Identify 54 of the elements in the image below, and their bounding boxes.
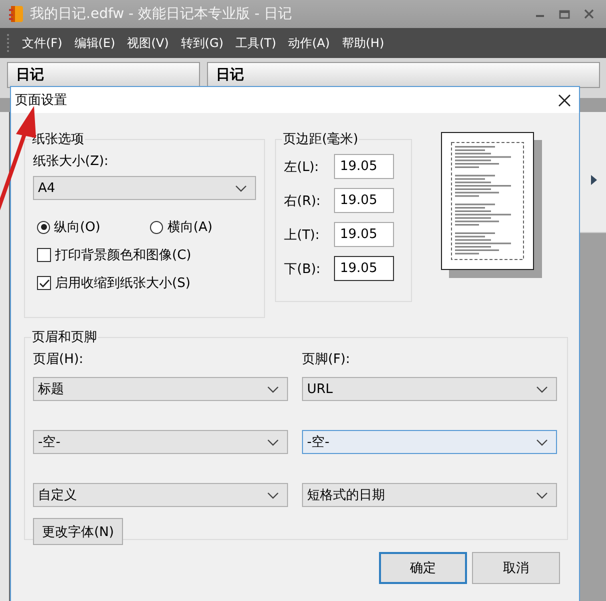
- notebook-icon: [8, 5, 24, 23]
- caret-icon: [267, 386, 279, 392]
- radio-label: 横向(A): [167, 219, 212, 236]
- input-field[interactable]: 19.05: [334, 222, 394, 247]
- caret-icon: [536, 492, 548, 498]
- change-font-button[interactable]: 更改字体(N): [33, 518, 123, 545]
- menu-item[interactable]: 视图(V): [127, 34, 169, 52]
- dropdown[interactable]: -空-: [33, 430, 288, 454]
- caret-icon: [536, 438, 548, 446]
- caret-icon: [235, 184, 247, 192]
- checkbox[interactable]: [37, 248, 51, 262]
- menu-item[interactable]: 转到(G): [180, 34, 224, 52]
- dropdown[interactable]: URL: [302, 377, 557, 401]
- field-label: 右(R):: [284, 192, 322, 210]
- window-title: 我的日记.edfw - 效能日记本专业版 - 日记: [30, 5, 292, 23]
- group-title: 页边距(毫米): [282, 131, 360, 148]
- ok-button[interactable]: 确定: [379, 552, 467, 584]
- field-label: 下(B):: [284, 260, 322, 278]
- radio-label: 纵向(O): [54, 219, 100, 236]
- dropdown[interactable]: 标题: [33, 377, 288, 401]
- panel-title: 日记: [216, 66, 244, 84]
- field-label: 页眉(H):: [33, 351, 84, 369]
- dropdown[interactable]: 自定义: [33, 483, 288, 507]
- dialog-title: 页面设置: [15, 92, 67, 109]
- input-field[interactable]: 19.05: [334, 256, 394, 281]
- menu-item[interactable]: 动作(A): [288, 34, 330, 52]
- field-label: 页脚(F):: [302, 351, 352, 369]
- dropdown[interactable]: A4: [33, 176, 256, 200]
- group-title: 页眉和页脚: [31, 329, 98, 346]
- menu-item[interactable]: 编辑(E): [74, 34, 116, 52]
- close-icon[interactable]: [558, 94, 571, 106]
- field-label: 左(L):: [284, 158, 320, 176]
- dropdown[interactable]: 短格式的日期: [302, 483, 557, 507]
- scroll-arrow-icon[interactable]: [590, 175, 598, 185]
- radio-button[interactable]: [150, 220, 164, 234]
- input-field[interactable]: 19.05: [334, 154, 394, 179]
- menu-item[interactable]: 文件(F): [22, 34, 62, 52]
- caret-icon: [536, 386, 548, 392]
- field-label: 纸张大小(Z):: [33, 153, 110, 170]
- cancel-button[interactable]: 取消: [472, 552, 560, 584]
- checkbox-label: 打印背景颜色和图像(C): [55, 247, 192, 264]
- menu-item[interactable]: 帮助(H): [342, 34, 384, 52]
- dropdown[interactable]: -空-: [302, 430, 557, 454]
- grip-icon: [6, 33, 10, 53]
- caret-icon: [267, 438, 279, 446]
- input-field[interactable]: 19.05: [334, 188, 394, 213]
- menu-item[interactable]: 工具(T): [235, 34, 276, 52]
- maximize-icon[interactable]: [559, 9, 570, 19]
- checkbox[interactable]: [37, 276, 51, 290]
- radio-button[interactable]: [37, 220, 50, 234]
- field-label: 上(T):: [284, 226, 320, 244]
- panel-title: 日记: [16, 66, 44, 84]
- checkbox-label: 启用收缩到纸张大小(S): [55, 275, 190, 292]
- caret-icon: [267, 492, 279, 498]
